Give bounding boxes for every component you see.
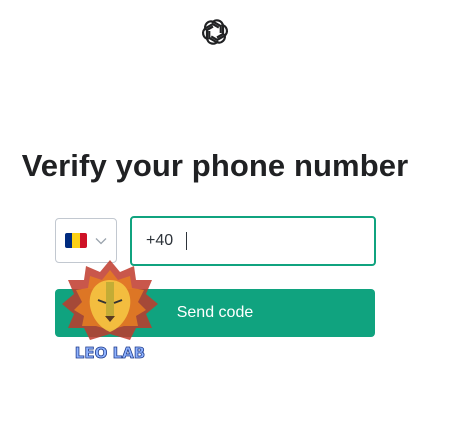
svg-text:LEO LAB: LEO LAB <box>75 344 145 362</box>
text-caret <box>186 232 187 250</box>
romania-flag-icon <box>65 233 87 248</box>
verify-phone-page: Verify your phone number Send code LEO L… <box>0 0 455 438</box>
openai-logo-icon <box>201 19 229 45</box>
page-title: Verify your phone number <box>21 148 409 183</box>
send-code-button[interactable]: Send code <box>55 289 375 337</box>
phone-number-input[interactable] <box>130 216 376 266</box>
chevron-down-icon <box>95 237 107 244</box>
country-code-select[interactable] <box>55 218 117 263</box>
